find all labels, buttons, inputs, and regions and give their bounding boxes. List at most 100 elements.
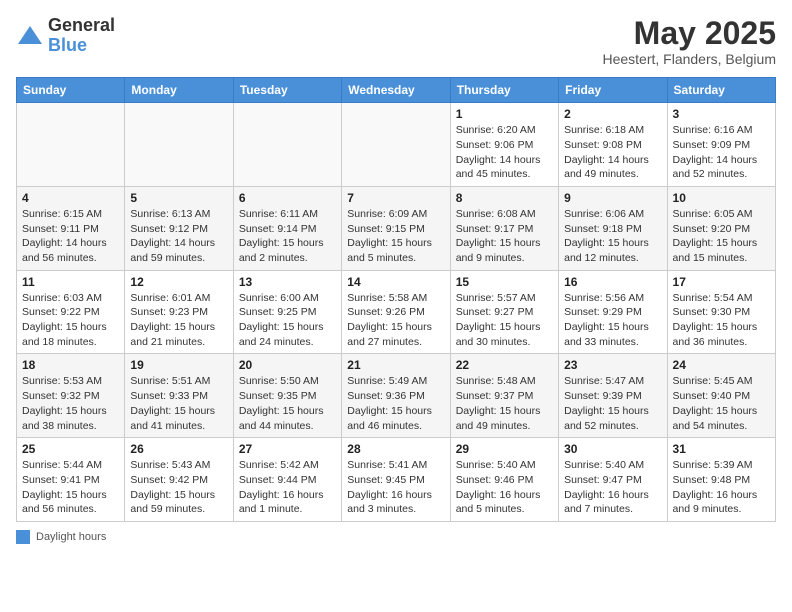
day-number: 30 [564,442,661,456]
day-info: Sunrise: 5:39 AM Sunset: 9:48 PM Dayligh… [673,458,770,517]
day-number: 15 [456,275,553,289]
day-number: 21 [347,358,444,372]
header-sunday: Sunday [17,78,125,103]
day-number: 1 [456,107,553,121]
calendar-body: 1 Sunrise: 6:20 AM Sunset: 9:06 PM Daylig… [17,103,776,522]
day-number: 25 [22,442,119,456]
day-info: Sunrise: 6:09 AM Sunset: 9:15 PM Dayligh… [347,207,444,266]
day-number: 19 [130,358,227,372]
day-cell: 8Sunrise: 6:08 AM Sunset: 9:17 PM Daylig… [450,186,558,270]
day-number: 12 [130,275,227,289]
day-number: 17 [673,275,770,289]
day-cell: 2 Sunrise: 6:18 AM Sunset: 9:08 PM Daylig… [559,103,667,187]
daylight-box [16,530,30,544]
day-cell: 5 Sunrise: 6:13 AM Sunset: 9:12 PM Daylig… [125,186,233,270]
day-info: Sunrise: 5:47 AM Sunset: 9:39 PM Dayligh… [564,374,661,433]
day-info: Sunrise: 5:40 AM Sunset: 9:46 PM Dayligh… [456,458,553,517]
header-row: SundayMondayTuesdayWednesdayThursdayFrid… [17,78,776,103]
day-number: 8 [456,191,553,205]
day-number: 10 [673,191,770,205]
day-cell [125,103,233,187]
page-header: General Blue May 2025 Heestert, Flanders… [16,16,776,67]
day-number: 29 [456,442,553,456]
day-cell: 1 Sunrise: 6:20 AM Sunset: 9:06 PM Daylig… [450,103,558,187]
day-number: 23 [564,358,661,372]
day-info: Sunrise: 5:54 AM Sunset: 9:30 PM Dayligh… [673,291,770,350]
day-cell: 4Sunrise: 6:15 AM Sunset: 9:11 PM Daylig… [17,186,125,270]
day-cell: 31 Sunrise: 5:39 AM Sunset: 9:48 PM Dayli… [667,438,775,522]
day-number: 31 [673,442,770,456]
day-number: 26 [130,442,227,456]
day-cell: 28 Sunrise: 5:41 AM Sunset: 9:45 PM Dayli… [342,438,450,522]
day-cell: 16Sunrise: 5:56 AM Sunset: 9:29 PM Dayli… [559,270,667,354]
day-info: Sunrise: 6:05 AM Sunset: 9:20 PM Dayligh… [673,207,770,266]
day-cell: 15 Sunrise: 5:57 AM Sunset: 9:27 PM Dayli… [450,270,558,354]
day-cell: 7 Sunrise: 6:09 AM Sunset: 9:15 PM Daylig… [342,186,450,270]
day-number: 14 [347,275,444,289]
day-info: Sunrise: 6:18 AM Sunset: 9:08 PM Dayligh… [564,123,661,182]
day-cell: 10 Sunrise: 6:05 AM Sunset: 9:20 PM Dayli… [667,186,775,270]
header-thursday: Thursday [450,78,558,103]
logo-general: General [48,15,115,35]
day-number: 20 [239,358,336,372]
day-cell: 13 Sunrise: 6:00 AM Sunset: 9:25 PM Dayli… [233,270,341,354]
day-info: Sunrise: 6:20 AM Sunset: 9:06 PM Dayligh… [456,123,553,182]
calendar-header: SundayMondayTuesdayWednesdayThursdayFrid… [17,78,776,103]
day-cell: 12 Sunrise: 6:01 AM Sunset: 9:23 PM Dayli… [125,270,233,354]
day-cell: 25 Sunrise: 5:44 AM Sunset: 9:41 PM Dayli… [17,438,125,522]
day-number: 7 [347,191,444,205]
day-number: 4 [22,191,119,205]
day-number: 27 [239,442,336,456]
day-number: 6 [239,191,336,205]
day-info: Sunrise: 5:57 AM Sunset: 9:27 PM Dayligh… [456,291,553,350]
logo-blue: Blue [48,35,87,55]
day-info: Sunrise: 5:53 AM Sunset: 9:32 PM Dayligh… [22,374,119,433]
day-cell: 9 Sunrise: 6:06 AM Sunset: 9:18 PM Daylig… [559,186,667,270]
day-number: 13 [239,275,336,289]
location-subtitle: Heestert, Flanders, Belgium [602,51,776,67]
day-cell: 26 Sunrise: 5:43 AM Sunset: 9:42 PM Dayli… [125,438,233,522]
day-info: Sunrise: 5:44 AM Sunset: 9:41 PM Dayligh… [22,458,119,517]
day-cell: 24 Sunrise: 5:45 AM Sunset: 9:40 PM Dayli… [667,354,775,438]
day-number: 28 [347,442,444,456]
header-friday: Friday [559,78,667,103]
day-number: 2 [564,107,661,121]
day-cell [342,103,450,187]
day-number: 9 [564,191,661,205]
day-info: Sunrise: 5:51 AM Sunset: 9:33 PM Dayligh… [130,374,227,433]
day-number: 11 [22,275,119,289]
day-cell: 11Sunrise: 6:03 AM Sunset: 9:22 PM Dayli… [17,270,125,354]
day-info: Sunrise: 6:01 AM Sunset: 9:23 PM Dayligh… [130,291,227,350]
logo-icon [16,22,44,50]
logo-text: General Blue [48,16,115,56]
day-cell: 6Sunrise: 6:11 AM Sunset: 9:14 PM Daylig… [233,186,341,270]
day-number: 5 [130,191,227,205]
header-wednesday: Wednesday [342,78,450,103]
day-info: Sunrise: 6:00 AM Sunset: 9:25 PM Dayligh… [239,291,336,350]
title-block: May 2025 Heestert, Flanders, Belgium [602,16,776,67]
day-cell [17,103,125,187]
day-cell: 29 Sunrise: 5:40 AM Sunset: 9:46 PM Dayli… [450,438,558,522]
day-info: Sunrise: 5:48 AM Sunset: 9:37 PM Dayligh… [456,374,553,433]
day-info: Sunrise: 5:42 AM Sunset: 9:44 PM Dayligh… [239,458,336,517]
day-cell: 14Sunrise: 5:58 AM Sunset: 9:26 PM Dayli… [342,270,450,354]
footer: Daylight hours [16,530,776,544]
day-cell: 21 Sunrise: 5:49 AM Sunset: 9:36 PM Dayli… [342,354,450,438]
day-cell: 18Sunrise: 5:53 AM Sunset: 9:32 PM Dayli… [17,354,125,438]
day-info: Sunrise: 5:43 AM Sunset: 9:42 PM Dayligh… [130,458,227,517]
day-info: Sunrise: 5:41 AM Sunset: 9:45 PM Dayligh… [347,458,444,517]
week-row-4: 25 Sunrise: 5:44 AM Sunset: 9:41 PM Dayli… [17,438,776,522]
day-cell: 27 Sunrise: 5:42 AM Sunset: 9:44 PM Dayli… [233,438,341,522]
day-info: Sunrise: 5:45 AM Sunset: 9:40 PM Dayligh… [673,374,770,433]
day-info: Sunrise: 6:06 AM Sunset: 9:18 PM Dayligh… [564,207,661,266]
day-info: Sunrise: 6:13 AM Sunset: 9:12 PM Dayligh… [130,207,227,266]
day-number: 24 [673,358,770,372]
day-cell [233,103,341,187]
header-monday: Monday [125,78,233,103]
day-info: Sunrise: 5:49 AM Sunset: 9:36 PM Dayligh… [347,374,444,433]
day-info: Sunrise: 6:16 AM Sunset: 9:09 PM Dayligh… [673,123,770,182]
calendar-table: SundayMondayTuesdayWednesdayThursdayFrid… [16,77,776,522]
day-info: Sunrise: 5:50 AM Sunset: 9:35 PM Dayligh… [239,374,336,433]
week-row-0: 1 Sunrise: 6:20 AM Sunset: 9:06 PM Daylig… [17,103,776,187]
day-cell: 30Sunrise: 5:40 AM Sunset: 9:47 PM Dayli… [559,438,667,522]
